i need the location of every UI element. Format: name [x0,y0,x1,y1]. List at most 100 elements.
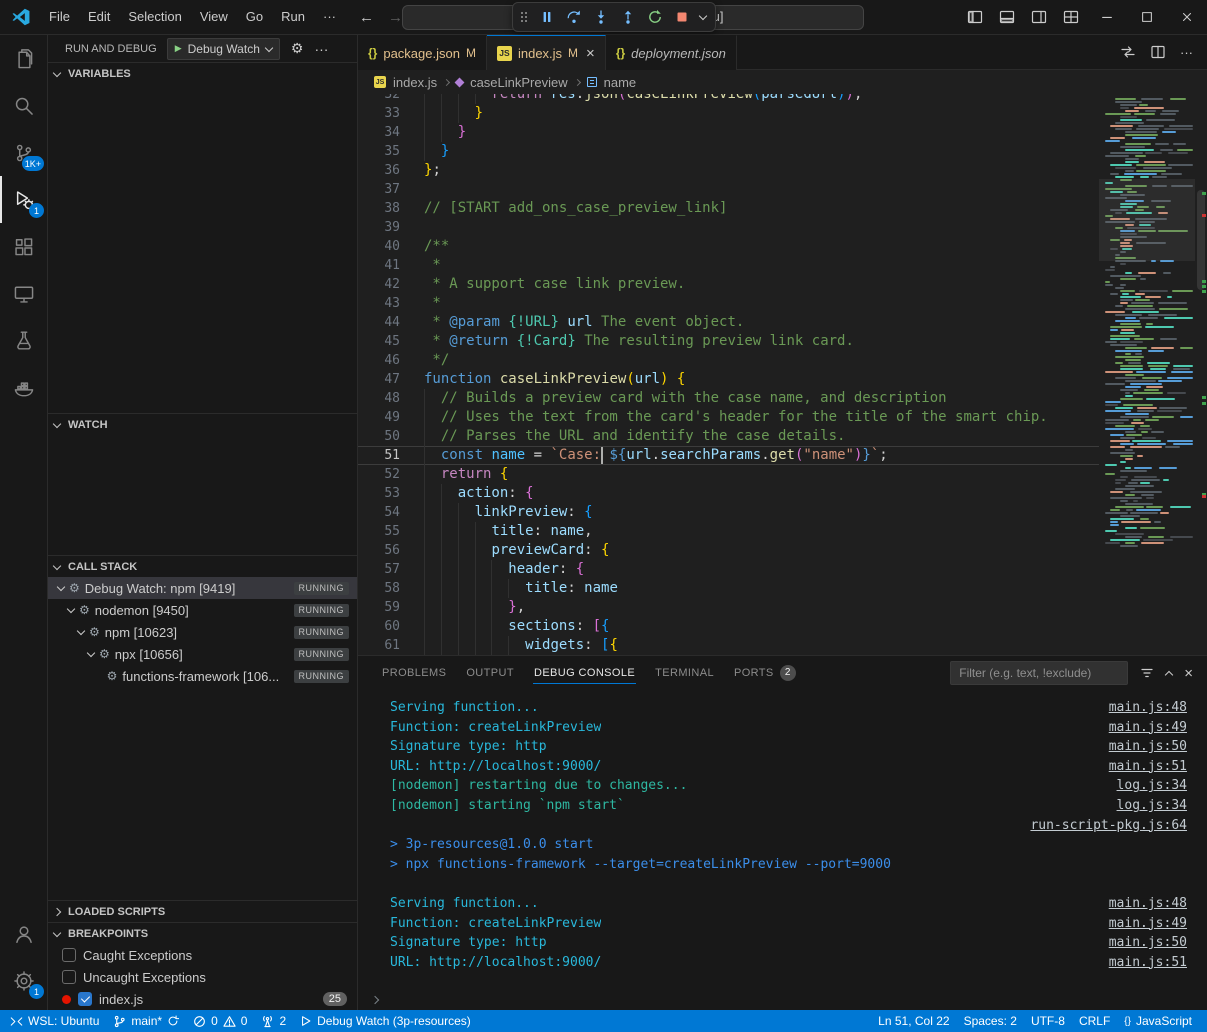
call-stack-session[interactable]: ⚙npm [10623]RUNNING [48,621,357,643]
restart-button[interactable] [642,4,667,30]
console-source-link[interactable]: log.js:34 [1117,796,1187,816]
debug-config-dropdown[interactable]: ▶ Debug Watch [167,38,280,60]
cursor-position-item[interactable]: Ln 51, Col 22 [868,1010,956,1032]
section-header-loaded-scripts[interactable]: LOADED SCRIPTS [48,900,357,922]
debug-status-item[interactable]: Debug Watch (3p-resources) [293,1010,478,1032]
menu-edit[interactable]: Edit [79,4,119,30]
pause-button[interactable] [534,4,559,30]
minimap[interactable] [1099,94,1195,655]
panel-tab-debug-console[interactable]: DEBUG CONSOLE [524,656,645,690]
console-filter-input[interactable] [950,661,1128,685]
step-out-button[interactable] [615,4,640,30]
scrollbar-thumb[interactable] [1197,190,1205,290]
close-panel-icon[interactable]: × [1184,665,1193,682]
drag-handle-icon[interactable] [520,10,530,24]
activity-bar-item-run-and-debug[interactable]: 1 [0,176,47,223]
section-header-call-stack[interactable]: CALL STACK [48,555,357,577]
breakpoint-row[interactable]: index.js25 [48,988,357,1010]
console-source-link[interactable]: log.js:34 [1117,776,1187,796]
menu-overflow[interactable]: ··· [314,4,345,30]
console-source-link[interactable]: main.js:49 [1109,914,1187,934]
overview-ruler[interactable] [1195,94,1207,655]
menu-go[interactable]: Go [237,4,272,30]
open-changes-icon[interactable] [1120,44,1136,60]
console-source-link[interactable]: main.js:49 [1109,718,1187,738]
activity-bar-item-remote-explorer[interactable] [0,270,47,317]
maximize-panel-icon[interactable] [1165,670,1173,678]
language-mode-item[interactable]: {} JavaScript [1117,1010,1199,1032]
indentation-item[interactable]: Spaces: 2 [957,1010,1024,1032]
call-stack-session[interactable]: ⚙npx [10656]RUNNING [48,643,357,665]
customize-layout-icon[interactable] [1055,0,1087,35]
minimap-slider[interactable] [1099,179,1195,261]
section-header-variables[interactable]: VARIABLES [48,62,357,84]
section-header-breakpoints[interactable]: BREAKPOINTS [48,922,357,944]
breakpoint-row[interactable]: Uncaught Exceptions [48,966,357,988]
close-tab-icon[interactable]: × [586,46,595,61]
maximize-button[interactable] [1127,0,1167,35]
menu-file[interactable]: File [40,4,79,30]
tab-index.js[interactable]: JSindex.jsM× [487,35,606,70]
toggle-panel-icon[interactable] [991,0,1023,35]
panel-tab-output[interactable]: OUTPUT [456,656,524,690]
breakpoint-checkbox[interactable] [62,970,76,984]
eol-item[interactable]: CRLF [1072,1010,1117,1032]
sidebar-more-actions-icon[interactable]: ··· [314,41,328,57]
remote-indicator[interactable]: WSL: Ubuntu [0,1010,106,1032]
call-stack-session[interactable]: ⚙nodemon [9450]RUNNING [48,599,357,621]
tab-deployment.json[interactable]: {}deployment.json [606,35,737,70]
start-debugging-icon[interactable]: ▶ [175,43,182,54]
console-source-link[interactable]: main.js:48 [1109,894,1187,914]
console-source-link[interactable]: main.js:51 [1109,953,1187,973]
panel-tab-ports[interactable]: PORTS2 [724,656,806,690]
breakpoint-checkbox[interactable] [78,992,92,1006]
activity-bar-item-extensions[interactable] [0,223,47,270]
debug-gear-icon[interactable]: ⚙ [291,40,304,57]
ports-item[interactable]: 2 [254,1010,293,1032]
minimize-button[interactable] [1087,0,1127,35]
console-source-link[interactable]: main.js:48 [1109,698,1187,718]
go-back-button[interactable]: ← [359,9,374,26]
activity-bar-item-settings[interactable]: 1 [0,957,47,1004]
split-editor-icon[interactable] [1150,44,1166,60]
call-stack-session[interactable]: ⚙functions-framework [106...RUNNING [48,665,357,687]
breakpoint-checkbox[interactable] [62,948,76,962]
breadcrumb-item[interactable]: index.js [393,75,437,90]
toggle-primary-sidebar-icon[interactable] [959,0,991,35]
encoding-item[interactable]: UTF-8 [1024,1010,1072,1032]
code-editor[interactable]: 32 return res.json(caseLinkPreview(parse… [358,94,1207,655]
activity-bar-item-source-control[interactable]: 1K+ [0,129,47,176]
filter-icon[interactable] [1140,666,1154,680]
step-over-button[interactable] [561,4,586,30]
activity-bar-item-search[interactable] [0,82,47,129]
menu-run[interactable]: Run [272,4,314,30]
tab-package.json[interactable]: {}package.jsonM [358,35,487,70]
editor-more-actions-icon[interactable]: ··· [1180,45,1193,60]
call-stack-session[interactable]: ⚙Debug Watch: npm [9419]RUNNING [48,577,357,599]
console-source-link[interactable]: main.js:50 [1109,737,1187,757]
console-source-link[interactable]: run-script-pkg.js:64 [1030,816,1187,836]
stop-button[interactable] [669,4,694,30]
console-source-link[interactable]: main.js:51 [1109,757,1187,777]
panel-tab-problems[interactable]: PROBLEMS [372,656,456,690]
breadcrumb-item[interactable]: name [604,75,637,90]
activity-bar-item-accounts[interactable] [0,910,47,957]
panel-tab-terminal[interactable]: TERMINAL [645,656,724,690]
menu-selection[interactable]: Selection [119,4,190,30]
toggle-secondary-sidebar-icon[interactable] [1023,0,1055,35]
activity-bar-item-explorer[interactable] [0,35,47,82]
activity-bar-item-docker[interactable] [0,364,47,411]
breakpoint-row[interactable]: Caught Exceptions [48,944,357,966]
step-into-button[interactable] [588,4,613,30]
breadcrumb-item[interactable]: caseLinkPreview [470,75,568,90]
section-header-watch[interactable]: WATCH [48,413,357,435]
git-branch-item[interactable]: main* [106,1010,186,1032]
console-source-link[interactable]: main.js:50 [1109,933,1187,953]
close-button[interactable] [1167,0,1207,35]
debug-session-dropdown-chevron-icon[interactable] [696,4,710,30]
problems-item[interactable]: 0 0 [186,1010,254,1032]
menu-view[interactable]: View [191,4,237,30]
go-forward-button[interactable]: → [388,9,403,26]
activity-bar-item-testing[interactable] [0,317,47,364]
debug-console-input[interactable] [358,990,1207,1010]
